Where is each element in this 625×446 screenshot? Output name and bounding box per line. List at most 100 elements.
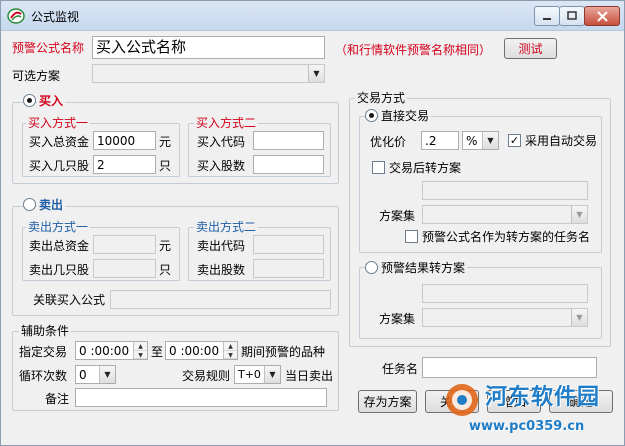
check-icon: ✓ xyxy=(509,134,520,147)
after-trade-label: 交易后转方案 xyxy=(389,161,462,175)
buy-radio[interactable] xyxy=(23,94,36,107)
alert-trade-radio[interactable] xyxy=(365,261,378,274)
sell-total-funds-label: 卖出总资金 xyxy=(29,239,90,253)
sell-shares-input[interactable] xyxy=(253,259,324,278)
formula-name-label: 预警公式名称 xyxy=(12,41,85,55)
auto-trade-checkbox[interactable]: ✓ xyxy=(508,134,521,147)
sell-shares-label: 卖出股数 xyxy=(197,263,246,277)
minimize-button[interactable] xyxy=(534,6,560,26)
buy-shares-count-unit: 只 xyxy=(159,159,172,173)
test-button[interactable]: 测试 xyxy=(504,38,557,59)
scheme-select[interactable]: ▼ xyxy=(92,64,325,83)
app-icon xyxy=(7,8,25,24)
close-window-button[interactable] xyxy=(584,6,620,26)
aux-title: 辅助条件 xyxy=(19,324,72,338)
sell-code-input[interactable] xyxy=(253,235,324,254)
buy-total-funds-unit: 元 xyxy=(159,135,172,149)
direct-scheme-set-label: 方案集 xyxy=(379,209,416,223)
after-trade-checkbox[interactable] xyxy=(372,161,385,174)
optimize-unit-value: % xyxy=(466,134,478,148)
time-to-spinner[interactable]: ▲ ▼ xyxy=(223,342,237,359)
watermark-url: www.pc0359.cn xyxy=(469,419,585,434)
radio-dot-icon xyxy=(27,98,32,103)
as-task-name-checkbox[interactable] xyxy=(405,230,418,243)
buy-total-funds-input[interactable]: 10000 xyxy=(93,131,156,150)
spin-up-icon: ▲ xyxy=(224,342,237,351)
chevron-down-icon: ▼ xyxy=(482,132,498,149)
auto-trade-label: 采用自动交易 xyxy=(525,134,598,148)
buy-shares-input[interactable] xyxy=(253,155,324,174)
time-from-input[interactable]: 0 :00:00 ▲ ▼ xyxy=(75,341,148,360)
alert-scheme-set-select[interactable]: ▼ xyxy=(422,308,588,327)
formula-name-hint: （和行情软件预警名称相同） xyxy=(335,43,492,57)
close-icon xyxy=(596,10,608,22)
buy-total-funds-label: 买入总资金 xyxy=(29,135,90,149)
chevron-down-icon: ▼ xyxy=(571,309,587,326)
sell-shares-count-label: 卖出几只股 xyxy=(29,263,90,277)
direct-trade-radio[interactable] xyxy=(365,109,378,122)
sell-method2-title: 卖出方式二 xyxy=(194,220,259,234)
alert-scheme-set-label: 方案集 xyxy=(379,312,416,326)
buy-method2-title: 买入方式二 xyxy=(194,116,259,130)
alert-trade-group xyxy=(359,267,602,339)
save-as-scheme-button[interactable]: 存为方案 xyxy=(358,390,417,413)
maximize-icon xyxy=(567,11,577,20)
chevron-down-icon: ▼ xyxy=(99,366,115,383)
alert-trade-label: 预警结果转方案 xyxy=(379,261,468,275)
after-trade-input[interactable] xyxy=(422,181,588,200)
trade-rule-label: 交易规则 xyxy=(182,369,231,383)
minimize-icon xyxy=(543,18,551,20)
sell-total-funds-unit: 元 xyxy=(159,239,172,253)
loop-count-select[interactable]: 0 ▼ xyxy=(75,365,116,384)
buy-code-label: 买入代码 xyxy=(197,135,246,149)
time-to-label: 至 xyxy=(151,345,164,359)
time-to-input[interactable]: 0 :00:00 ▲ ▼ xyxy=(165,341,238,360)
time-to-value: 0 :00:00 xyxy=(169,344,220,358)
chevron-down-icon: ▼ xyxy=(308,65,324,82)
buy-shares-count-input[interactable]: 2 xyxy=(93,155,156,174)
sell-code-label: 卖出代码 xyxy=(197,239,246,253)
maximize-button[interactable] xyxy=(559,6,585,26)
linked-buy-formula-input[interactable] xyxy=(110,290,331,309)
sell-radio-label: 卖出 xyxy=(37,198,66,212)
scheme-label: 可选方案 xyxy=(12,69,61,83)
radio-dot-icon xyxy=(369,113,374,118)
watermark-logo-icon xyxy=(446,384,478,416)
trade-rule-select[interactable]: T+0 ▼ xyxy=(234,365,281,384)
sell-shares-count-unit: 只 xyxy=(159,263,172,277)
note-input[interactable] xyxy=(75,388,327,407)
time-from-value: 0 :00:00 xyxy=(79,344,130,358)
buy-shares-label: 买入股数 xyxy=(197,159,246,173)
sell-radio[interactable] xyxy=(23,198,36,211)
task-name-input[interactable] xyxy=(422,357,597,378)
as-task-name-label: 预警公式名作为转方案的任务名 xyxy=(422,230,591,244)
window: 公式监视 预警公式名称 买入公式名称 （和行情软件预警名称相同） 测试 可选方案… xyxy=(0,0,625,446)
time-range-label: 指定交易 xyxy=(19,345,68,359)
time-suffix-label: 期间预警的品种 xyxy=(241,345,326,359)
spin-down-icon: ▼ xyxy=(224,351,237,359)
note-label: 备注 xyxy=(45,392,70,406)
window-title: 公式监视 xyxy=(31,10,80,24)
buy-code-input[interactable] xyxy=(253,131,324,150)
title-bar: 公式监视 xyxy=(1,1,624,31)
loop-count-value: 0 xyxy=(79,368,87,382)
chevron-down-icon: ▼ xyxy=(571,206,587,223)
task-name-label: 任务名 xyxy=(382,362,419,376)
trade-rule-suffix: 当日卖出 xyxy=(285,369,334,383)
optimize-unit-select[interactable]: % ▼ xyxy=(462,131,499,150)
trade-rule-value: T+0 xyxy=(238,368,261,381)
spin-down-icon: ▼ xyxy=(134,351,147,359)
optimize-price-label: 优化价 xyxy=(370,135,407,149)
time-from-spinner[interactable]: ▲ ▼ xyxy=(133,342,147,359)
buy-shares-count-label: 买入几只股 xyxy=(29,159,90,173)
chevron-down-icon: ▼ xyxy=(264,366,280,383)
buy-radio-label: 买入 xyxy=(37,94,66,108)
sell-shares-count-input[interactable] xyxy=(93,259,156,278)
loop-count-label: 循环次数 xyxy=(19,369,68,383)
optimize-price-input[interactable]: .2 xyxy=(421,131,459,150)
direct-scheme-set-select[interactable]: ▼ xyxy=(422,205,588,224)
formula-name-input[interactable]: 买入公式名称 xyxy=(92,36,325,59)
sell-total-funds-input[interactable] xyxy=(93,235,156,254)
alert-trade-input[interactable] xyxy=(422,284,588,303)
spin-up-icon: ▲ xyxy=(134,342,147,351)
